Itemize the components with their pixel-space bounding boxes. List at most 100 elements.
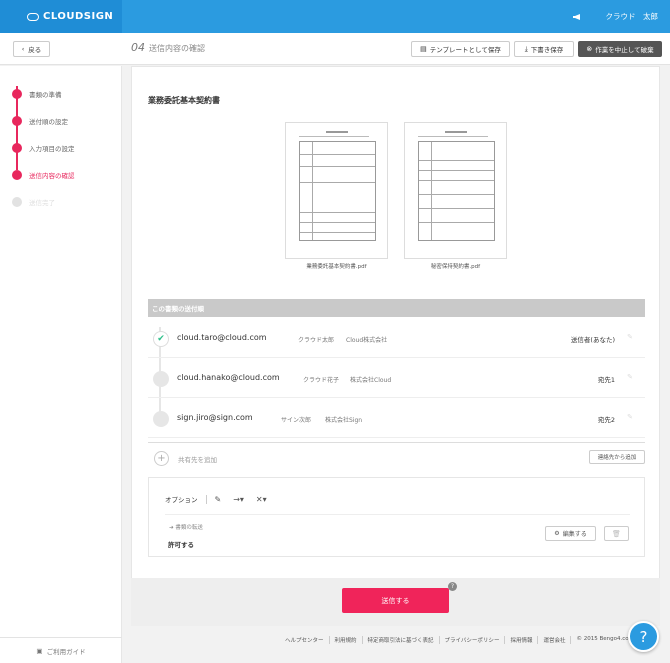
thumbnail-text-line: [418, 136, 488, 137]
step-complete: 送信完了: [12, 188, 75, 215]
trash-icon[interactable]: 🗑: [604, 526, 629, 541]
footer-link[interactable]: 採用情報: [505, 636, 539, 644]
footer-link[interactable]: 利用規約: [330, 636, 363, 644]
step-title: 送信内容の確認: [149, 44, 205, 53]
signer-row[interactable]: sign.jiro@sign.com サイン次郎 株式会社Sign 宛先2 ✎: [148, 399, 645, 438]
file-name: 業務委託基本契約書.pdf: [306, 264, 367, 270]
edit-icon[interactable]: ✎: [627, 333, 633, 341]
signer-name: サイン次郎: [281, 417, 312, 424]
thumbnail-table: [418, 141, 495, 241]
guide-label: ご利用ガイド: [46, 647, 86, 656]
footer-link[interactable]: 特定商取引法に基づく表記: [363, 636, 440, 644]
step-label: 入力項目の設定: [29, 144, 75, 153]
download-icon: ⤓: [524, 44, 528, 53]
document-thumbnail[interactable]: [285, 122, 388, 259]
edit-icon[interactable]: ✎: [627, 373, 633, 381]
save-template-button[interactable]: ▤ テンプレートとして保存: [411, 41, 510, 57]
options-toolbar: オプション ✎ →▾ ✕▾: [165, 494, 279, 504]
logo[interactable]: CLOUDSIGN: [0, 0, 122, 33]
step-number: 04: [131, 41, 145, 54]
abort-button[interactable]: ⊗ 作業を中止して破棄: [578, 41, 662, 57]
signer-name: クラウド太郎: [298, 337, 335, 344]
forward-label: 書類の転送: [175, 525, 203, 531]
signer-role: 送信者(あなた): [570, 336, 615, 344]
document-thumbnail[interactable]: [404, 122, 507, 259]
footer: ヘルプセンター 利用規約 特定商取引法に基づく表記 プライバシーポリシー 採用情…: [280, 636, 652, 644]
options-label: オプション: [165, 496, 198, 504]
step-fields[interactable]: 入力項目の設定: [12, 134, 75, 161]
step-order[interactable]: 送付順の設定: [12, 107, 75, 134]
sidebar: 書類の準備 送付順の設定 入力項目の設定 送信内容の確認 送信完了 ▣ ご利用ガ…: [0, 66, 122, 663]
signer-email: cloud.taro@cloud.com: [177, 333, 267, 342]
send-bar: 送信する ?: [131, 578, 660, 626]
step-dot: [12, 196, 22, 207]
add-share-label[interactable]: 共有先を追加: [178, 454, 217, 464]
forward-icon[interactable]: →▾: [233, 495, 244, 504]
save-draft-button[interactable]: ⤓ 下書き保存: [514, 41, 574, 57]
edit-button[interactable]: ⚙ 編集する: [545, 526, 596, 541]
signer-row[interactable]: ✔ cloud.taro@cloud.com クラウド太郎 Cloud株式会社 …: [148, 319, 645, 358]
megaphone-icon[interactable]: [572, 13, 582, 21]
user-name[interactable]: クラウド 太郎: [606, 11, 659, 22]
footer-link[interactable]: ヘルプセンター: [280, 636, 330, 644]
step-dot: [12, 88, 22, 99]
header: ‹ 戻る 04 送信内容の確認 ▤ テンプレートとして保存 ⤓ 下書き保存 ⊗ …: [0, 33, 670, 65]
edit-label: 編集する: [562, 531, 587, 538]
edit-icon[interactable]: ✎: [627, 413, 633, 421]
forward-setting: ➜ 書類の転送: [169, 523, 203, 531]
step-confirm[interactable]: 送信内容の確認: [12, 161, 75, 188]
signer-email: cloud.hanako@cloud.com: [177, 373, 280, 382]
thumbnail-heading: [326, 131, 348, 133]
footer-link[interactable]: プライバシーポリシー: [440, 636, 506, 644]
logo-text: CLOUDSIGN: [43, 11, 114, 22]
share-row: + 共有先を追加 連絡先から追加: [148, 442, 645, 472]
divider: [165, 514, 630, 515]
page-title: 04 送信内容の確認: [131, 41, 205, 54]
signer-company: 株式会社Cloud: [350, 377, 392, 384]
mute-icon[interactable]: ✕▾: [256, 495, 267, 504]
step-dot: [12, 115, 22, 126]
save-draft-label: 下書き保存: [530, 46, 564, 54]
pending-dot: [153, 411, 169, 427]
guide-link[interactable]: ▣ ご利用ガイド: [0, 637, 122, 663]
signer-company: Cloud株式会社: [346, 337, 388, 344]
progress-line: [16, 86, 18, 170]
pen-icon[interactable]: ✎: [215, 495, 222, 504]
save-template-label: テンプレートとして保存: [429, 46, 501, 54]
document-title: 業務委託基本契約書: [148, 96, 220, 105]
forward-value: 許可する: [168, 541, 194, 549]
document-icon: ▤: [420, 45, 427, 53]
step-dot: [12, 169, 22, 180]
signer-name: クラウド花子: [303, 377, 340, 384]
check-icon: ✔: [153, 331, 169, 347]
back-button[interactable]: ‹ 戻る: [13, 41, 50, 57]
signer-email: sign.jiro@sign.com: [177, 413, 253, 422]
thumbnail-heading: [445, 131, 467, 133]
help-fab-button[interactable]: ?: [628, 621, 659, 652]
send-button[interactable]: 送信する: [342, 588, 449, 613]
signer-role: 宛先2: [597, 416, 615, 424]
help-icon[interactable]: ?: [448, 582, 457, 591]
file-name: 秘密保持契約書.pdf: [430, 264, 481, 270]
step-label: 書類の準備: [29, 90, 62, 99]
user-area: クラウド 太郎: [572, 0, 659, 33]
step-prepare[interactable]: 書類の準備: [12, 80, 75, 107]
thumbnail-text-line: [299, 136, 369, 137]
abort-label: 作業を中止して破棄: [595, 46, 654, 54]
footer-link[interactable]: 運営会社: [538, 636, 572, 644]
chevron-left-icon: ‹: [21, 45, 25, 53]
close-circle-icon: ⊗: [586, 45, 593, 53]
order-heading: この書類の送付順: [148, 299, 645, 317]
step-label: 送信完了: [29, 198, 55, 207]
step-label: 送信内容の確認: [29, 171, 75, 180]
top-bar: CLOUDSIGN クラウド 太郎: [0, 0, 670, 33]
signer-row[interactable]: cloud.hanako@cloud.com クラウド花子 株式会社Cloud …: [148, 359, 645, 398]
add-from-contacts-button[interactable]: 連絡先から追加: [589, 450, 645, 464]
gear-icon: ⚙: [554, 530, 560, 537]
back-label: 戻る: [28, 46, 42, 54]
plus-icon[interactable]: +: [154, 451, 169, 466]
signer-company: 株式会社Sign: [325, 417, 363, 424]
main-panel: 業務委託基本契約書 業務委託基本契約書.pdf 秘密保持契約書.pdf この書類…: [131, 66, 660, 626]
step-label: 送付順の設定: [29, 117, 68, 126]
guide-icon: ▣: [36, 646, 43, 655]
